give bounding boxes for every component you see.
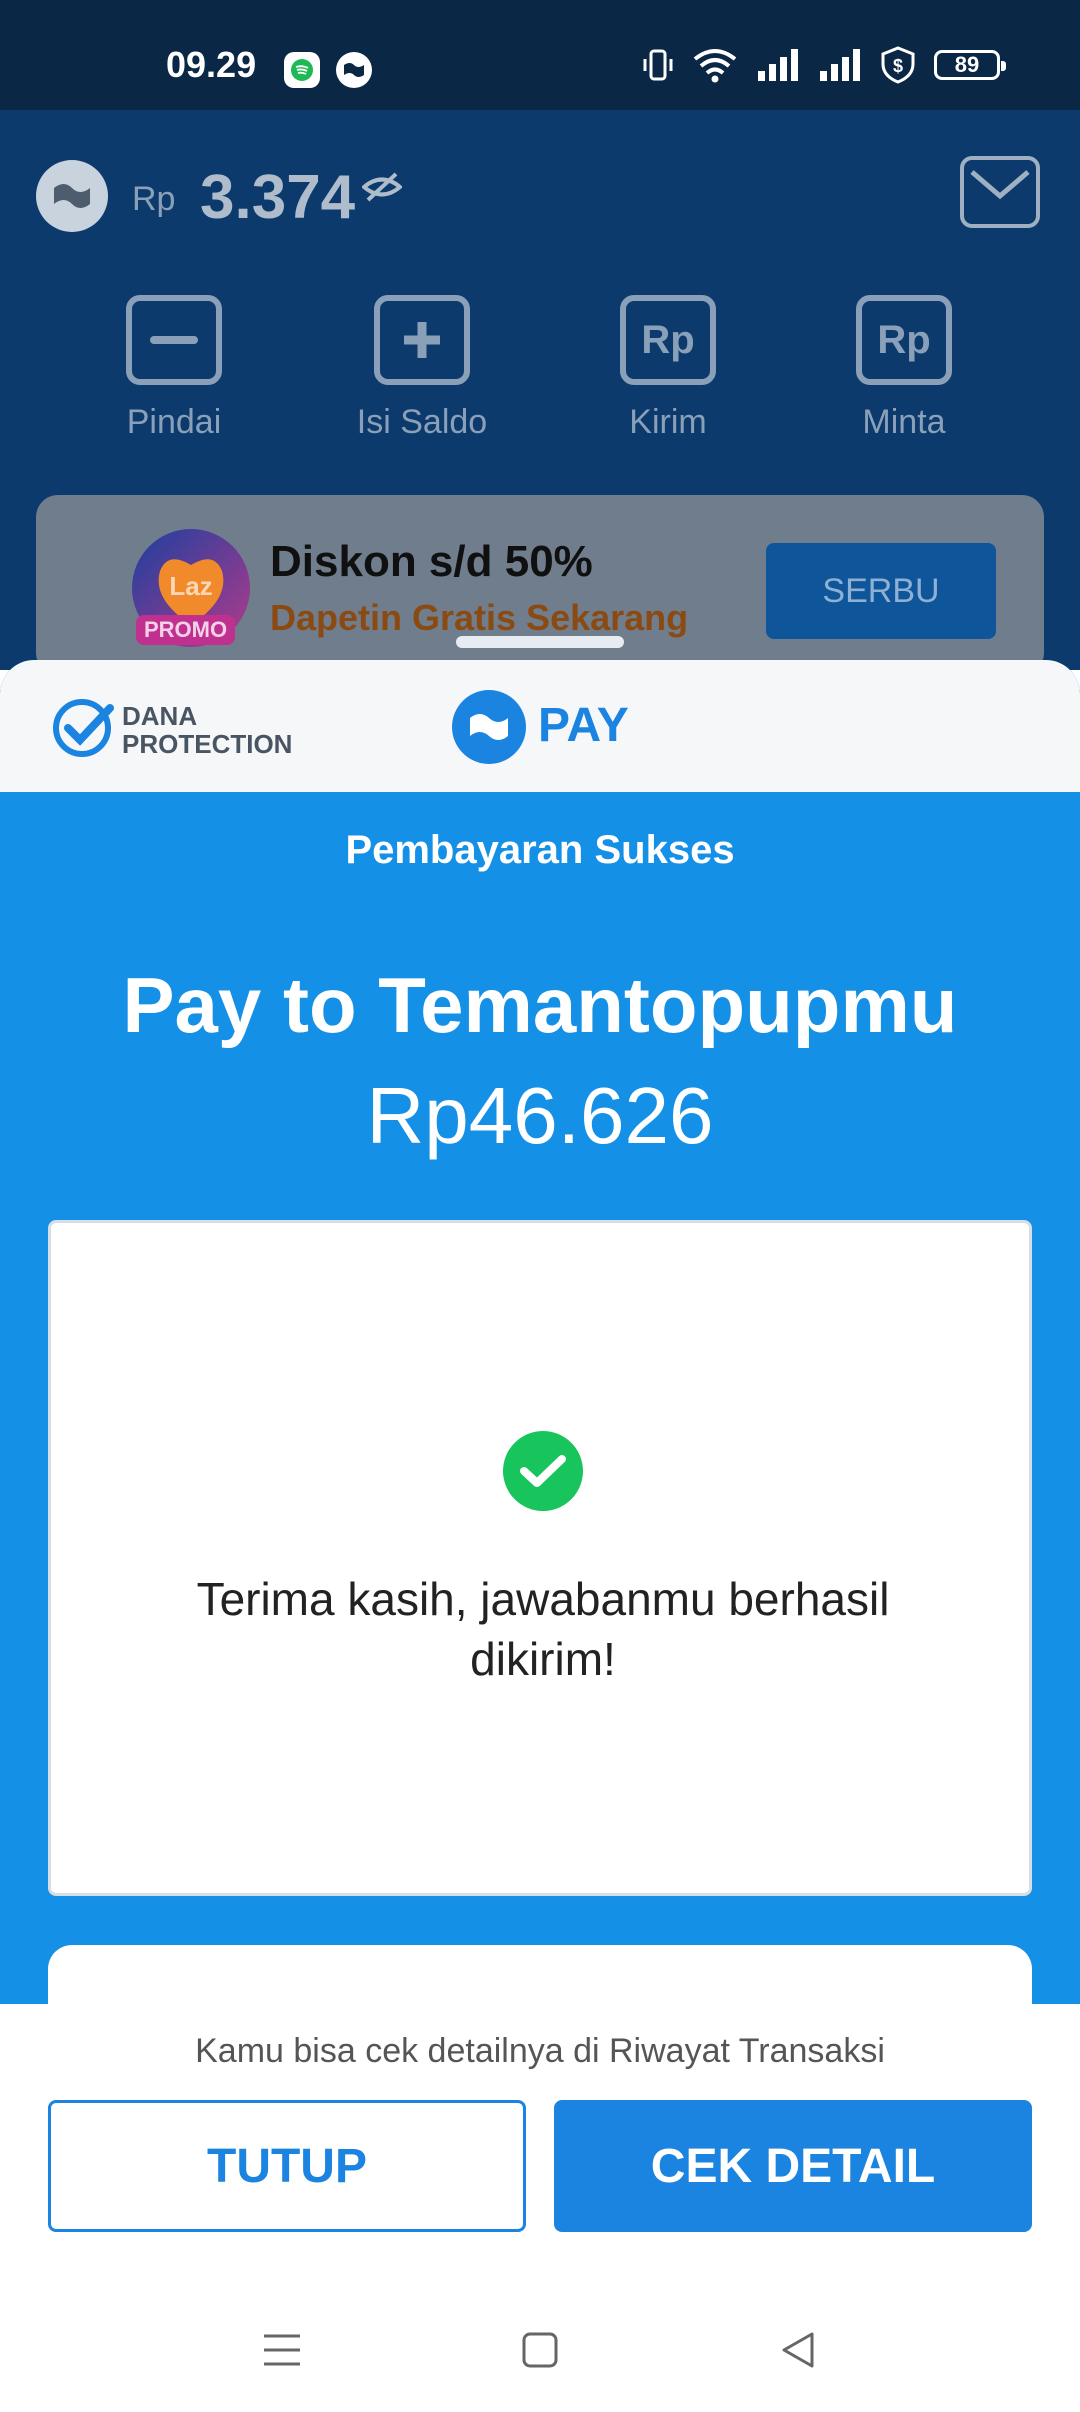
action-label: Isi Saldo — [356, 403, 488, 441]
wifi-icon — [693, 49, 737, 83]
battery-indicator: 89 — [934, 50, 1006, 80]
dana-protection-label: DANA PROTECTION — [122, 702, 292, 758]
wallet-header: Rp 3.374 Pindai Isi Saldo Rp Kirim Rp Mi… — [0, 110, 1080, 675]
payment-amount: Rp46.626 — [366, 1071, 714, 1160]
close-button[interactable]: TUTUP — [48, 2100, 526, 2232]
serbu-button[interactable]: SERBU — [766, 543, 996, 639]
action-kirim[interactable]: Rp Kirim — [578, 295, 758, 442]
action-minta[interactable]: Rp Minta — [814, 295, 994, 442]
back-icon[interactable] — [768, 2320, 828, 2380]
dana-logo — [36, 160, 108, 232]
promo-title: Diskon s/d 50% — [270, 537, 593, 586]
promo-subtitle: Dapetin Gratis Sekarang — [270, 597, 689, 638]
system-nav-bar — [0, 2280, 1080, 2412]
sheet-header: DANA PROTECTION PAY — [0, 660, 1080, 792]
action-isi-saldo[interactable]: Isi Saldo — [332, 295, 512, 442]
promo-banner[interactable]: Laz PROMO Diskon s/d 50% Dapetin Gratis … — [36, 495, 1044, 675]
transaction-history-hint: Kamu bisa cek detailnya di Riwayat Trans… — [195, 2032, 885, 2070]
action-label: Minta — [862, 403, 946, 441]
hide-balance-icon[interactable] — [360, 172, 404, 207]
inbox-icon[interactable] — [960, 156, 1040, 228]
dana-pay-icon — [452, 690, 526, 764]
survey-result-card: Terima kasih, jawabanmu berhasil dikirim… — [48, 1220, 1032, 1896]
dana-protection-line-2: PROTECTION — [122, 729, 293, 759]
bottom-action-panel: Kamu bisa cek detailnya di Riwayat Trans… — [0, 2004, 1080, 2280]
status-bar: 09.29 $ 89 — [0, 0, 1080, 110]
dana-notif-icon — [336, 52, 372, 88]
action-pindai[interactable]: Pindai — [84, 295, 264, 442]
home-icon[interactable] — [510, 2320, 570, 2380]
shield-dollar-icon: $ — [881, 46, 915, 84]
topup-icon — [374, 295, 470, 385]
request-icon: Rp — [856, 295, 952, 385]
payment-status-title: Pembayaran Sukses — [345, 828, 735, 872]
status-icons: $ 89 — [642, 46, 1006, 84]
action-label: Pindai — [126, 403, 222, 441]
success-check-icon — [503, 1431, 583, 1511]
promo-logo-text: Laz — [169, 571, 212, 601]
screen: 09.29 $ 89 Rp 3.374 Pindai Isi Saldo Rp … — [0, 0, 1080, 2412]
check-detail-button[interactable]: CEK DETAIL — [554, 2100, 1032, 2232]
menu-icon[interactable] — [252, 2320, 312, 2380]
pay-label: PAY — [538, 699, 629, 752]
status-time: 09.29 — [166, 44, 257, 85]
balance-currency: Rp — [132, 180, 176, 218]
promo-badge: PROMO — [136, 615, 236, 645]
dana-protection-line-1: DANA — [122, 701, 198, 731]
balance-amount: 3.374 — [200, 163, 356, 232]
merchant-name: Pay to Temantopupmu — [122, 961, 958, 1049]
thank-you-message: Terima kasih, jawabanmu berhasil dikirim… — [196, 1573, 890, 1685]
spotify-icon — [284, 52, 320, 88]
vibrate-icon — [643, 49, 673, 81]
dana-protection-icon — [52, 696, 116, 765]
svg-text:$: $ — [893, 56, 903, 76]
action-label: Kirim — [629, 403, 707, 441]
sheet-drag-handle[interactable] — [456, 636, 624, 648]
send-icon: Rp — [620, 295, 716, 385]
signal-icon-1 — [758, 49, 798, 81]
scan-icon — [126, 295, 222, 385]
signal-icon-2 — [820, 49, 860, 81]
